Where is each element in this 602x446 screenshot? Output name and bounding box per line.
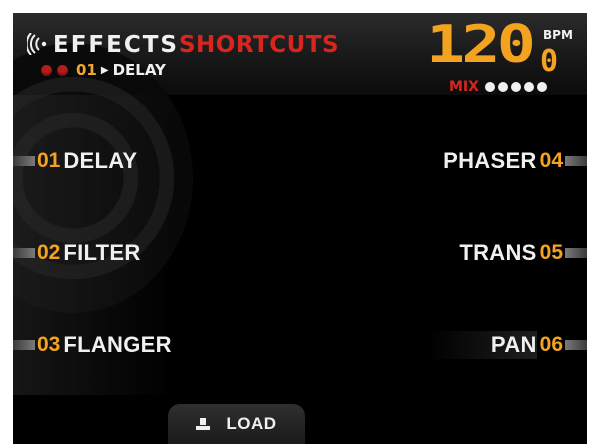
slot-tab-indicator <box>13 340 35 350</box>
mix-dot-icon <box>510 82 521 92</box>
effect-slot-trans[interactable]: TRANS 05 <box>459 239 587 267</box>
load-arrow-icon <box>196 418 211 430</box>
effect-slot-flanger[interactable]: 03 FLANGER <box>13 331 172 359</box>
mix-level: MIX <box>449 79 550 95</box>
load-button-label: LOAD <box>226 414 277 433</box>
effect-slot-label: TRANS <box>459 240 537 265</box>
mix-level-dots <box>484 82 550 92</box>
effect-slot-filter[interactable]: 02 FILTER <box>13 239 141 267</box>
load-button[interactable]: LOAD <box>168 404 305 444</box>
effect-slot-pan[interactable]: PAN 06 <box>427 331 587 359</box>
bpm-decimal-value: 0 <box>540 44 559 79</box>
effect-slot-label: FILTER <box>63 240 141 265</box>
effects-screen: EFFECTSSHORTCUTS 01 ▶ DELAY 120 BPM 0 MI… <box>13 13 587 444</box>
effect-slot-number: 05 <box>539 241 563 264</box>
effect-slot-number: 01 <box>37 149 61 172</box>
wireless-signal-icon <box>27 33 47 55</box>
effect-slot-number: 03 <box>37 333 61 356</box>
effect-slot-number: 04 <box>539 149 563 172</box>
current-effect-indicator: 01 ▶ DELAY <box>41 59 166 81</box>
effect-slot-label: FLANGER <box>63 332 172 357</box>
effect-slot-number: 06 <box>539 333 563 356</box>
status-dot-icon <box>57 64 68 76</box>
current-effect-name: DELAY <box>112 61 166 79</box>
effect-slot-phaser[interactable]: PHASER 04 <box>443 147 587 175</box>
effect-slot-number: 02 <box>37 241 61 264</box>
status-dot-icon <box>41 64 52 76</box>
slot-tab-indicator <box>13 248 35 258</box>
effect-slot-label: DELAY <box>63 148 138 173</box>
mix-dot-icon <box>523 82 534 92</box>
effect-slot-delay[interactable]: 01 DELAY <box>13 147 137 175</box>
title-shortcuts-text: SHORTCUTS <box>178 32 340 58</box>
mix-dot-icon <box>497 82 508 92</box>
effect-slot-label: PHASER <box>443 148 537 173</box>
play-arrow-icon: ▶ <box>100 64 109 76</box>
title-effects-text: EFFECTS <box>53 32 179 58</box>
slot-tab-indicator <box>565 156 587 166</box>
slot-tab-indicator <box>13 156 35 166</box>
bpm-unit-label: BPM <box>543 28 573 42</box>
effect-slot-label: PAN <box>490 332 537 357</box>
slot-tab-indicator <box>565 248 587 258</box>
mix-dot-icon <box>536 82 547 92</box>
page-title: EFFECTSSHORTCUTS <box>53 32 339 58</box>
mix-dot-icon <box>484 82 495 92</box>
bpm-value: 120 <box>426 15 536 75</box>
current-effect-number: 01 <box>76 61 97 79</box>
mix-label: MIX <box>449 79 479 95</box>
slot-tab-indicator <box>565 340 587 350</box>
